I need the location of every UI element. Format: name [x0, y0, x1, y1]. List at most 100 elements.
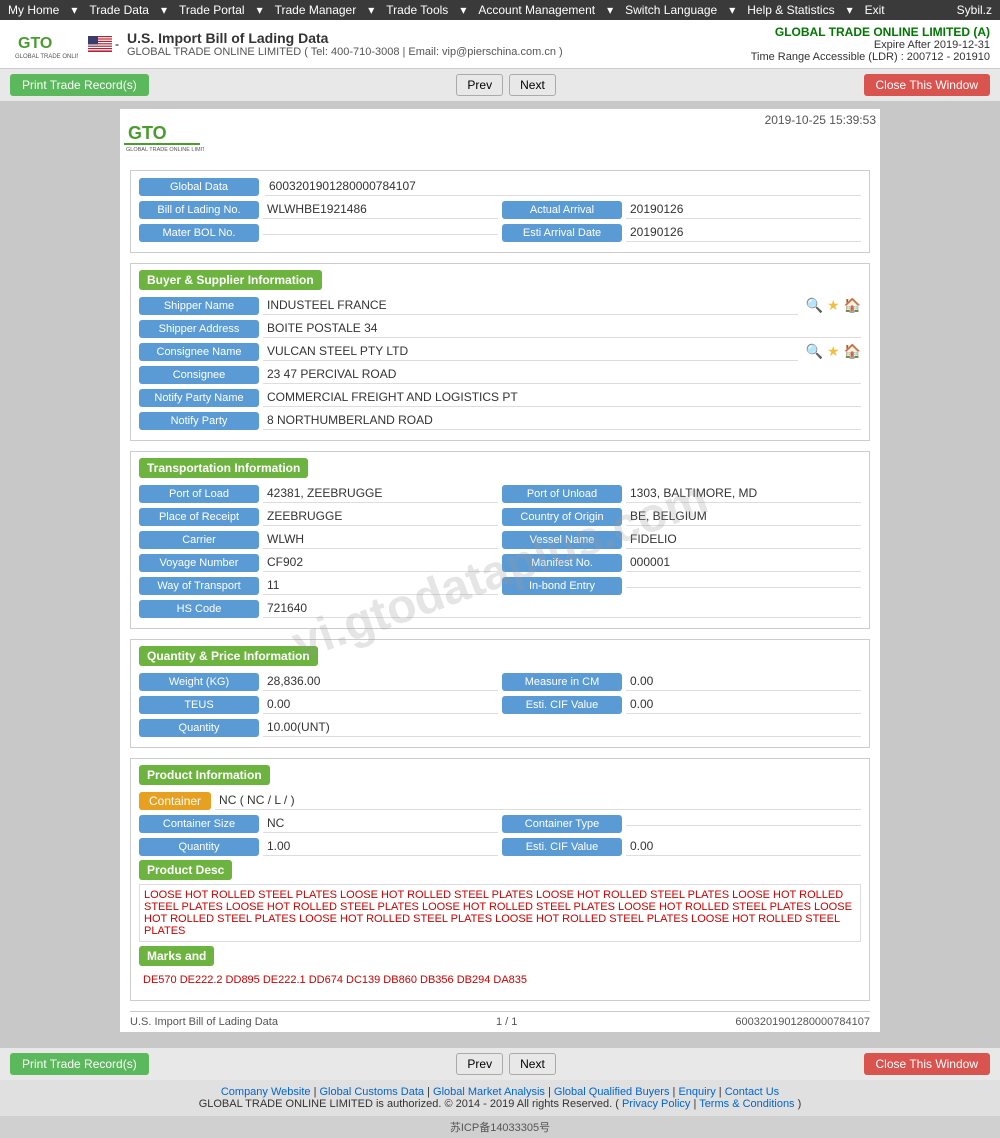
hs-code-label: HS Code	[139, 600, 259, 618]
home-icon[interactable]: 🏠	[844, 297, 861, 314]
buyer-supplier-title: Buyer & Supplier Information	[139, 270, 322, 290]
consignee-search-icon[interactable]: 🔍	[806, 343, 823, 360]
vessel-name-value: FIDELIO	[626, 530, 861, 549]
nav-trade-manager[interactable]: Trade Manager	[275, 3, 357, 17]
product-desc-text: LOOSE HOT ROLLED STEEL PLATES LOOSE HOT …	[139, 884, 861, 942]
master-bol-value	[263, 230, 498, 235]
footer-global-market[interactable]: Global Market Analysis	[433, 1086, 545, 1098]
bol-no-cell: Bill of Lading No. WLWHBE1921486	[139, 200, 498, 219]
consignee-name-value: VULCAN STEEL PTY LTD	[263, 342, 798, 361]
carrier-label: Carrier	[139, 531, 259, 549]
master-bol-cell: Mater BOL No.	[139, 223, 498, 242]
notify-party-value: 8 NORTHUMBERLAND ROAD	[263, 411, 861, 430]
country-origin-cell: Country of Origin BE, BELGIUM	[502, 507, 861, 526]
footer-company-website[interactable]: Company Website	[221, 1086, 311, 1098]
doc-footer: U.S. Import Bill of Lading Data 1 / 1 60…	[130, 1011, 870, 1032]
star-icon[interactable]: ★	[827, 297, 840, 314]
nav-trade-data[interactable]: Trade Data	[89, 3, 149, 17]
consignee-home-icon[interactable]: 🏠	[844, 343, 861, 360]
esti-cif-value: 0.00	[626, 695, 861, 714]
next-button-bottom[interactable]: Next	[509, 1053, 556, 1075]
shipper-address-label: Shipper Address	[139, 320, 259, 338]
product-info-title: Product Information	[139, 765, 270, 785]
place-receipt-value: ZEEBRUGGE	[263, 507, 498, 526]
esti-arrival-value: 20190126	[626, 223, 861, 242]
way-transport-cell: Way of Transport 11	[139, 576, 498, 595]
container-size-value: NC	[263, 814, 498, 833]
prev-button-bottom[interactable]: Prev	[456, 1053, 503, 1075]
nav-help-statistics[interactable]: Help & Statistics	[747, 3, 834, 17]
logo: GTO GLOBAL TRADE ONLINE	[10, 24, 80, 64]
doc-logo: GTO GLOBAL TRADE ONLINE LIMITED	[124, 113, 204, 156]
nav-my-home[interactable]: My Home	[8, 3, 59, 17]
product-esti-cif-cell: Esti. CIF Value 0.00	[502, 837, 861, 856]
nav-items: My Home ▾ Trade Data ▾ Trade Portal ▾ Tr…	[8, 3, 885, 17]
actual-arrival-value: 20190126	[626, 200, 861, 219]
container-value: NC ( NC / L / )	[215, 791, 861, 810]
gto-logo: GTO GLOBAL TRADE ONLINE	[13, 26, 78, 62]
product-grid: Container Size NC Container Type Quantit…	[139, 814, 861, 856]
port-load-value: 42381, ZEEBRUGGE	[263, 484, 498, 503]
footer-enquiry[interactable]: Enquiry	[678, 1086, 715, 1098]
notify-party-name-value: COMMERCIAL FREIGHT AND LOGISTICS PT	[263, 388, 861, 407]
toolbar-top: Print Trade Record(s) Prev Next Close Th…	[0, 69, 1000, 101]
footer-global-customs[interactable]: Global Customs Data	[320, 1086, 425, 1098]
svg-text:GTO: GTO	[18, 35, 52, 52]
shipper-name-value: INDUSTEEL FRANCE	[263, 296, 798, 315]
hs-code-value: 721640	[263, 599, 861, 618]
footer-contact[interactable]: Contact Us	[725, 1086, 779, 1098]
country-origin-label: Country of Origin	[502, 508, 622, 526]
consignee-star-icon[interactable]: ★	[827, 343, 840, 360]
vessel-name-cell: Vessel Name FIDELIO	[502, 530, 861, 549]
master-bol-label: Mater BOL No.	[139, 224, 259, 242]
voyage-number-value: CF902	[263, 553, 498, 572]
footer-global-buyers[interactable]: Global Qualified Buyers	[554, 1086, 670, 1098]
prev-button-top[interactable]: Prev	[456, 74, 503, 96]
global-data-label: Global Data	[139, 178, 259, 196]
header-right: GLOBAL TRADE ONLINE LIMITED (A) Expire A…	[751, 25, 990, 63]
search-icon[interactable]: 🔍	[806, 297, 823, 314]
expire-date: Expire After 2019-12-31	[751, 39, 990, 51]
flag-separator: -	[115, 37, 119, 51]
nav-switch-language[interactable]: Switch Language	[625, 3, 717, 17]
bol-grid: Bill of Lading No. WLWHBE1921486 Actual …	[139, 200, 861, 242]
bol-no-value: WLWHBE1921486	[263, 200, 498, 219]
buyer-supplier-section: Buyer & Supplier Information Shipper Nam…	[130, 263, 870, 441]
quantity-price-section: Quantity & Price Information Weight (KG)…	[130, 639, 870, 748]
print-button-bottom[interactable]: Print Trade Record(s)	[10, 1053, 149, 1075]
footer-terms[interactable]: Terms & Conditions	[699, 1098, 794, 1110]
transportation-section: Transportation Information Port of Load …	[130, 451, 870, 629]
product-quantity-label: Quantity	[139, 838, 259, 856]
user-info: Sybil.z	[957, 3, 992, 17]
product-info-section: Product Information Container NC ( NC / …	[130, 758, 870, 1001]
way-transport-label: Way of Transport	[139, 577, 259, 595]
footer-privacy[interactable]: Privacy Policy	[622, 1098, 690, 1110]
inbond-entry-value	[626, 583, 861, 588]
product-desc-title: Product Desc	[139, 860, 232, 880]
flag-box: -	[88, 36, 119, 52]
shipper-address-row: Shipper Address BOITE POSTALE 34	[139, 319, 861, 338]
way-transport-value: 11	[263, 576, 498, 595]
nav-account-management[interactable]: Account Management	[478, 3, 595, 17]
weight-cell: Weight (KG) 28,836.00	[139, 672, 498, 691]
svg-text:GLOBAL TRADE ONLINE: GLOBAL TRADE ONLINE	[15, 54, 78, 60]
close-button-top[interactable]: Close This Window	[864, 74, 990, 96]
nav-trade-portal[interactable]: Trade Portal	[179, 3, 245, 17]
print-button-top[interactable]: Print Trade Record(s)	[10, 74, 149, 96]
nav-trade-tools[interactable]: Trade Tools	[386, 3, 448, 17]
nav-exit[interactable]: Exit	[865, 3, 885, 17]
consignee-icons: 🔍 ★ 🏠	[806, 343, 861, 360]
shipper-icons: 🔍 ★ 🏠	[806, 297, 861, 314]
top-navigation: My Home ▾ Trade Data ▾ Trade Portal ▾ Tr…	[0, 0, 1000, 20]
manifest-no-value: 000001	[626, 553, 861, 572]
teus-value: 0.00	[263, 695, 498, 714]
port-unload-value: 1303, BALTIMORE, MD	[626, 484, 861, 503]
bol-no-label: Bill of Lading No.	[139, 201, 259, 219]
next-button-top[interactable]: Next	[509, 74, 556, 96]
header-subtitle: GLOBAL TRADE ONLINE LIMITED ( Tel: 400-7…	[127, 46, 563, 58]
close-button-bottom[interactable]: Close This Window	[864, 1053, 990, 1075]
marks-title: Marks and	[139, 946, 214, 966]
shipper-address-value: BOITE POSTALE 34	[263, 319, 861, 338]
page-footer: Company Website | Global Customs Data | …	[0, 1080, 1000, 1116]
container-button[interactable]: Container	[139, 792, 211, 810]
